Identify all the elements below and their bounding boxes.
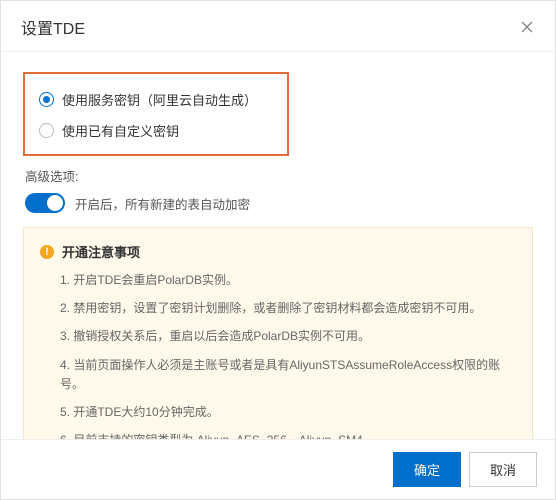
notice-item: 6. 目前支持的密钥类型为 Aliyun_AES_256，Aliyun_SM4。 [60, 431, 516, 439]
radio-label: 使用服务密钥（阿里云自动生成） [62, 90, 257, 109]
radio-icon [39, 92, 54, 107]
warning-icon: ! [40, 245, 54, 259]
dialog-header: 设置TDE [1, 1, 555, 52]
notice-item: 5. 开通TDE大约10分钟完成。 [60, 403, 516, 422]
notice-item: 1. 开启TDE会重启PolarDB实例。 [60, 271, 516, 290]
cancel-button[interactable]: 取消 [469, 452, 537, 487]
confirm-button[interactable]: 确定 [393, 452, 461, 487]
radio-icon [39, 123, 54, 138]
close-icon[interactable] [519, 19, 535, 35]
notice-item: 3. 撤销授权关系后，重启以后会造成PolarDB实例不可用。 [60, 327, 516, 346]
advanced-row: 开启后，所有新建的表自动加密 [25, 193, 533, 213]
notice-item: 4. 当前页面操作人必须是主账号或者是具有AliyunSTSAssumeRole… [60, 356, 516, 394]
radio-custom-key[interactable]: 使用已有自定义密钥 [39, 115, 273, 146]
dialog-title: 设置TDE [21, 15, 85, 39]
notice-list: 1. 开启TDE会重启PolarDB实例。 2. 禁用密钥，设置了密钥计划删除，… [40, 271, 516, 439]
auto-encrypt-toggle[interactable] [25, 193, 65, 213]
advanced-label: 高级选项: [25, 166, 533, 185]
key-type-radio-group: 使用服务密钥（阿里云自动生成） 使用已有自定义密钥 [23, 72, 289, 156]
radio-label: 使用已有自定义密钥 [62, 121, 179, 140]
notice-item: 2. 禁用密钥，设置了密钥计划删除，或者删除了密钥材料都会造成密钥不可用。 [60, 299, 516, 318]
toggle-description: 开启后，所有新建的表自动加密 [75, 194, 250, 213]
radio-service-key[interactable]: 使用服务密钥（阿里云自动生成） [39, 84, 273, 115]
notice-title: 开通注意事项 [62, 242, 140, 261]
dialog-footer: 确定 取消 [1, 439, 555, 499]
tde-dialog: 设置TDE 使用服务密钥（阿里云自动生成） 使用已有自定义密钥 高级选项: 开启… [0, 0, 556, 500]
notice-box: ! 开通注意事项 1. 开启TDE会重启PolarDB实例。 2. 禁用密钥，设… [23, 227, 533, 439]
dialog-body: 使用服务密钥（阿里云自动生成） 使用已有自定义密钥 高级选项: 开启后，所有新建… [1, 52, 555, 439]
notice-header: ! 开通注意事项 [40, 242, 516, 261]
